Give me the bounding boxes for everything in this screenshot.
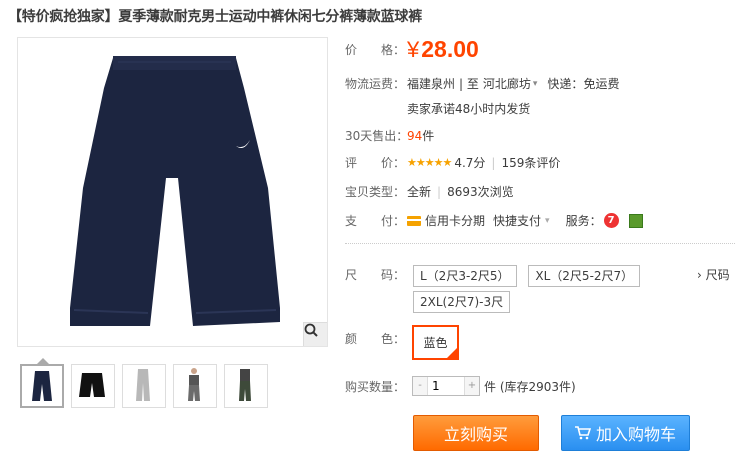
rating-label: 评 价： (345, 156, 406, 170)
view-count: 8693次浏览 (447, 185, 514, 199)
price-value: ¥28.00 (407, 35, 479, 62)
sales-label: 30天售出： (345, 129, 409, 143)
size-option-xl[interactable]: XL（2尺5-2尺7） (528, 265, 641, 287)
quick-pay-link[interactable]: 快捷支付 (493, 212, 541, 229)
installment-link[interactable]: 信用卡分期 (425, 212, 485, 229)
rating-score: 4.7分 (454, 156, 486, 170)
item-condition: 全新 (407, 185, 432, 199)
magnifier-icon (304, 323, 318, 337)
quantity-input[interactable] (427, 377, 465, 395)
price-row: 价 格： ¥28.00 (345, 36, 479, 62)
chevron-down-icon[interactable]: ▾ (533, 79, 538, 89)
credit-card-icon (407, 215, 421, 226)
product-title: 【特价疯抢独家】夏季薄款耐克男士运动中裤休闲七分裤薄款蓝球裤 (8, 9, 422, 25)
seven-day-return-icon[interactable]: 7 (603, 213, 619, 228)
item-type-label: 宝贝类型： (345, 185, 406, 199)
increment-button[interactable]: + (465, 377, 479, 395)
section-divider (345, 243, 735, 244)
main-product-image[interactable] (17, 37, 328, 347)
color-label: 颜 色： (345, 332, 406, 346)
size-options: L（2尺3-2尺5） XL（2尺5-2尺7） 2XL(2尺7)-3尺 (413, 263, 703, 315)
size-row: 尺 码： (345, 263, 407, 283)
add-to-cart-label: 加入购物车 (595, 425, 676, 444)
size-chart-link[interactable]: › 尺码 (697, 266, 730, 283)
size-label: 尺 码： (345, 268, 406, 282)
buy-now-button[interactable]: 立刻购买 (413, 415, 539, 451)
thumbnail-black[interactable] (71, 364, 115, 408)
thumbnail-strip (20, 358, 275, 408)
stock-info: 件 (库存2903件) (484, 379, 576, 394)
payment-label: 支 付： (345, 214, 406, 228)
thumbnail-navy[interactable] (20, 358, 64, 408)
decrement-button[interactable]: - (413, 377, 427, 395)
sales-count: 94 (407, 128, 423, 143)
guarantee-icon[interactable] (628, 213, 643, 228)
size-option-2xl[interactable]: 2XL(2尺7)-3尺 (413, 291, 511, 313)
quantity-row: 购买数量： - + 件 (库存2903件) (345, 376, 576, 396)
shipping-promise: 卖家承诺48小时内发货 (407, 102, 531, 116)
thumbnail-model-gray[interactable] (173, 364, 217, 408)
add-to-cart-button[interactable]: 加入购物车 (561, 415, 690, 451)
color-option-blue[interactable]: 蓝色 (412, 325, 459, 360)
shipping-row: 物流运费： 福建泉州 | 至 河北廊坊 ▾ 快递： 免运费 (345, 75, 620, 92)
quantity-label: 购买数量： (345, 379, 406, 394)
cart-icon (574, 426, 591, 440)
payment-row: 支 付： 信用卡分期 快捷支付 ▾ 服务： 7 (345, 212, 643, 229)
size-option-l[interactable]: L（2尺3-2尺5） (413, 265, 517, 287)
service-label: 服务： (565, 214, 602, 228)
color-row: 颜 色： (345, 330, 407, 347)
ship-from[interactable]: 福建泉州 (407, 75, 455, 92)
review-count-link[interactable]: 159条评价 (501, 154, 560, 171)
pants-image (70, 56, 280, 326)
sales-row: 30天售出： 94 件 (345, 128, 435, 144)
thumbnail-model-green[interactable] (224, 364, 268, 408)
zoom-button[interactable] (303, 322, 327, 346)
shipping-fee: 免运费 (583, 77, 620, 91)
price-label: 价 格： (345, 42, 406, 57)
quantity-stepper: - + (412, 376, 480, 396)
item-type-row: 宝贝类型： 全新 | 8693次浏览 (345, 184, 514, 200)
star-rating-icon: ★★★★★ (407, 156, 452, 169)
rating-row: 评 价： ★★★★★ 4.7分 | 159条评价 (345, 154, 561, 171)
thumbnail-gray[interactable] (122, 364, 166, 408)
shipping-label: 物流运费： (345, 77, 406, 91)
ship-to[interactable]: 河北廊坊 (483, 75, 531, 92)
chevron-down-icon[interactable]: ▾ (545, 216, 550, 226)
